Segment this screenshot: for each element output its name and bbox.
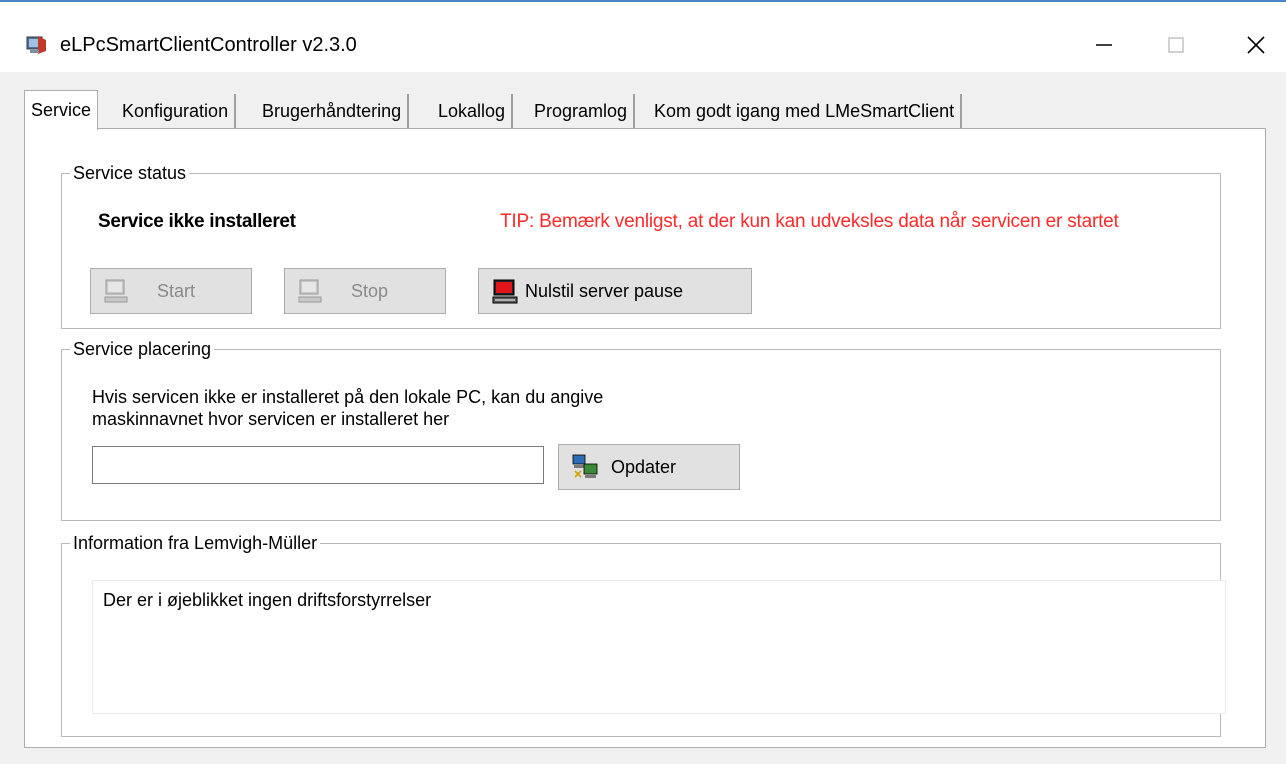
stop-button-label: Stop	[351, 280, 389, 301]
maximize-button[interactable]	[1146, 24, 1206, 66]
service-placement-legend: Service placering	[70, 337, 215, 361]
service-placement-hint: Hvis servicen ikke er installeret på den…	[92, 386, 603, 430]
start-button-label: Start	[157, 280, 196, 301]
reset-server-pause-button[interactable]: Nulstil server pause	[478, 268, 752, 314]
window-title: eLPcSmartClientController v2.3.0	[60, 34, 357, 56]
service-tab-panel: Service status Service ikke installeret …	[24, 128, 1266, 748]
client-area: Service Konfiguration Brugerhåndtering L…	[0, 72, 1286, 764]
tab-lokallog[interactable]: Lokallog	[432, 94, 514, 128]
close-button[interactable]	[1226, 24, 1286, 66]
network-computers-icon	[572, 454, 598, 478]
minimize-button[interactable]	[1074, 24, 1134, 66]
tab-konfiguration[interactable]: Konfiguration	[116, 94, 237, 128]
update-button-label: Opdater	[611, 456, 677, 477]
hint-line-1: Hvis servicen ikke er installeret på den…	[92, 387, 604, 407]
close-icon	[1247, 36, 1265, 54]
minimize-icon	[1096, 44, 1112, 46]
computer-icon	[104, 279, 128, 303]
service-status-legend: Service status	[70, 161, 190, 185]
app-window: eLPcSmartClientController v2.3.0 Service…	[0, 0, 1286, 764]
maximize-icon	[1168, 37, 1184, 53]
service-status-group: Service status Service ikke installeret …	[61, 161, 1221, 329]
tab-brugerhaandtering[interactable]: Brugerhåndtering	[256, 94, 410, 128]
information-message-box: Der er i øjeblikket ingen driftsforstyrr…	[92, 580, 1226, 714]
update-button[interactable]: Opdater	[558, 444, 740, 490]
machine-name-input[interactable]	[92, 446, 544, 484]
service-tip-text: TIP: Bemærk venligst, at der kun kan udv…	[500, 211, 1119, 232]
service-placement-group: Service placering Hvis servicen ikke er …	[61, 337, 1221, 521]
tab-programlog[interactable]: Programlog	[528, 94, 636, 128]
start-button[interactable]: Start	[90, 268, 252, 314]
app-icon	[26, 36, 46, 54]
stop-button[interactable]: Stop	[284, 268, 446, 314]
information-legend: Information fra Lemvigh-Müller	[70, 531, 321, 555]
information-group: Information fra Lemvigh-Müller Der er i …	[61, 531, 1226, 737]
hint-line-2: maskinnavnet hvor servicen er installere…	[92, 409, 450, 429]
tab-kom-godt-igang[interactable]: Kom godt igang med LMeSmartClient	[648, 94, 963, 128]
reset-button-label: Nulstil server pause	[525, 280, 684, 301]
service-status-text: Service ikke installeret	[98, 211, 296, 232]
tab-service[interactable]: Service	[24, 90, 99, 130]
computer-icon	[298, 279, 322, 303]
title-bar[interactable]: eLPcSmartClientController v2.3.0	[0, 2, 1286, 72]
computer-red-icon	[492, 279, 518, 304]
information-message: Der er i øjeblikket ingen driftsforstyrr…	[103, 590, 432, 610]
